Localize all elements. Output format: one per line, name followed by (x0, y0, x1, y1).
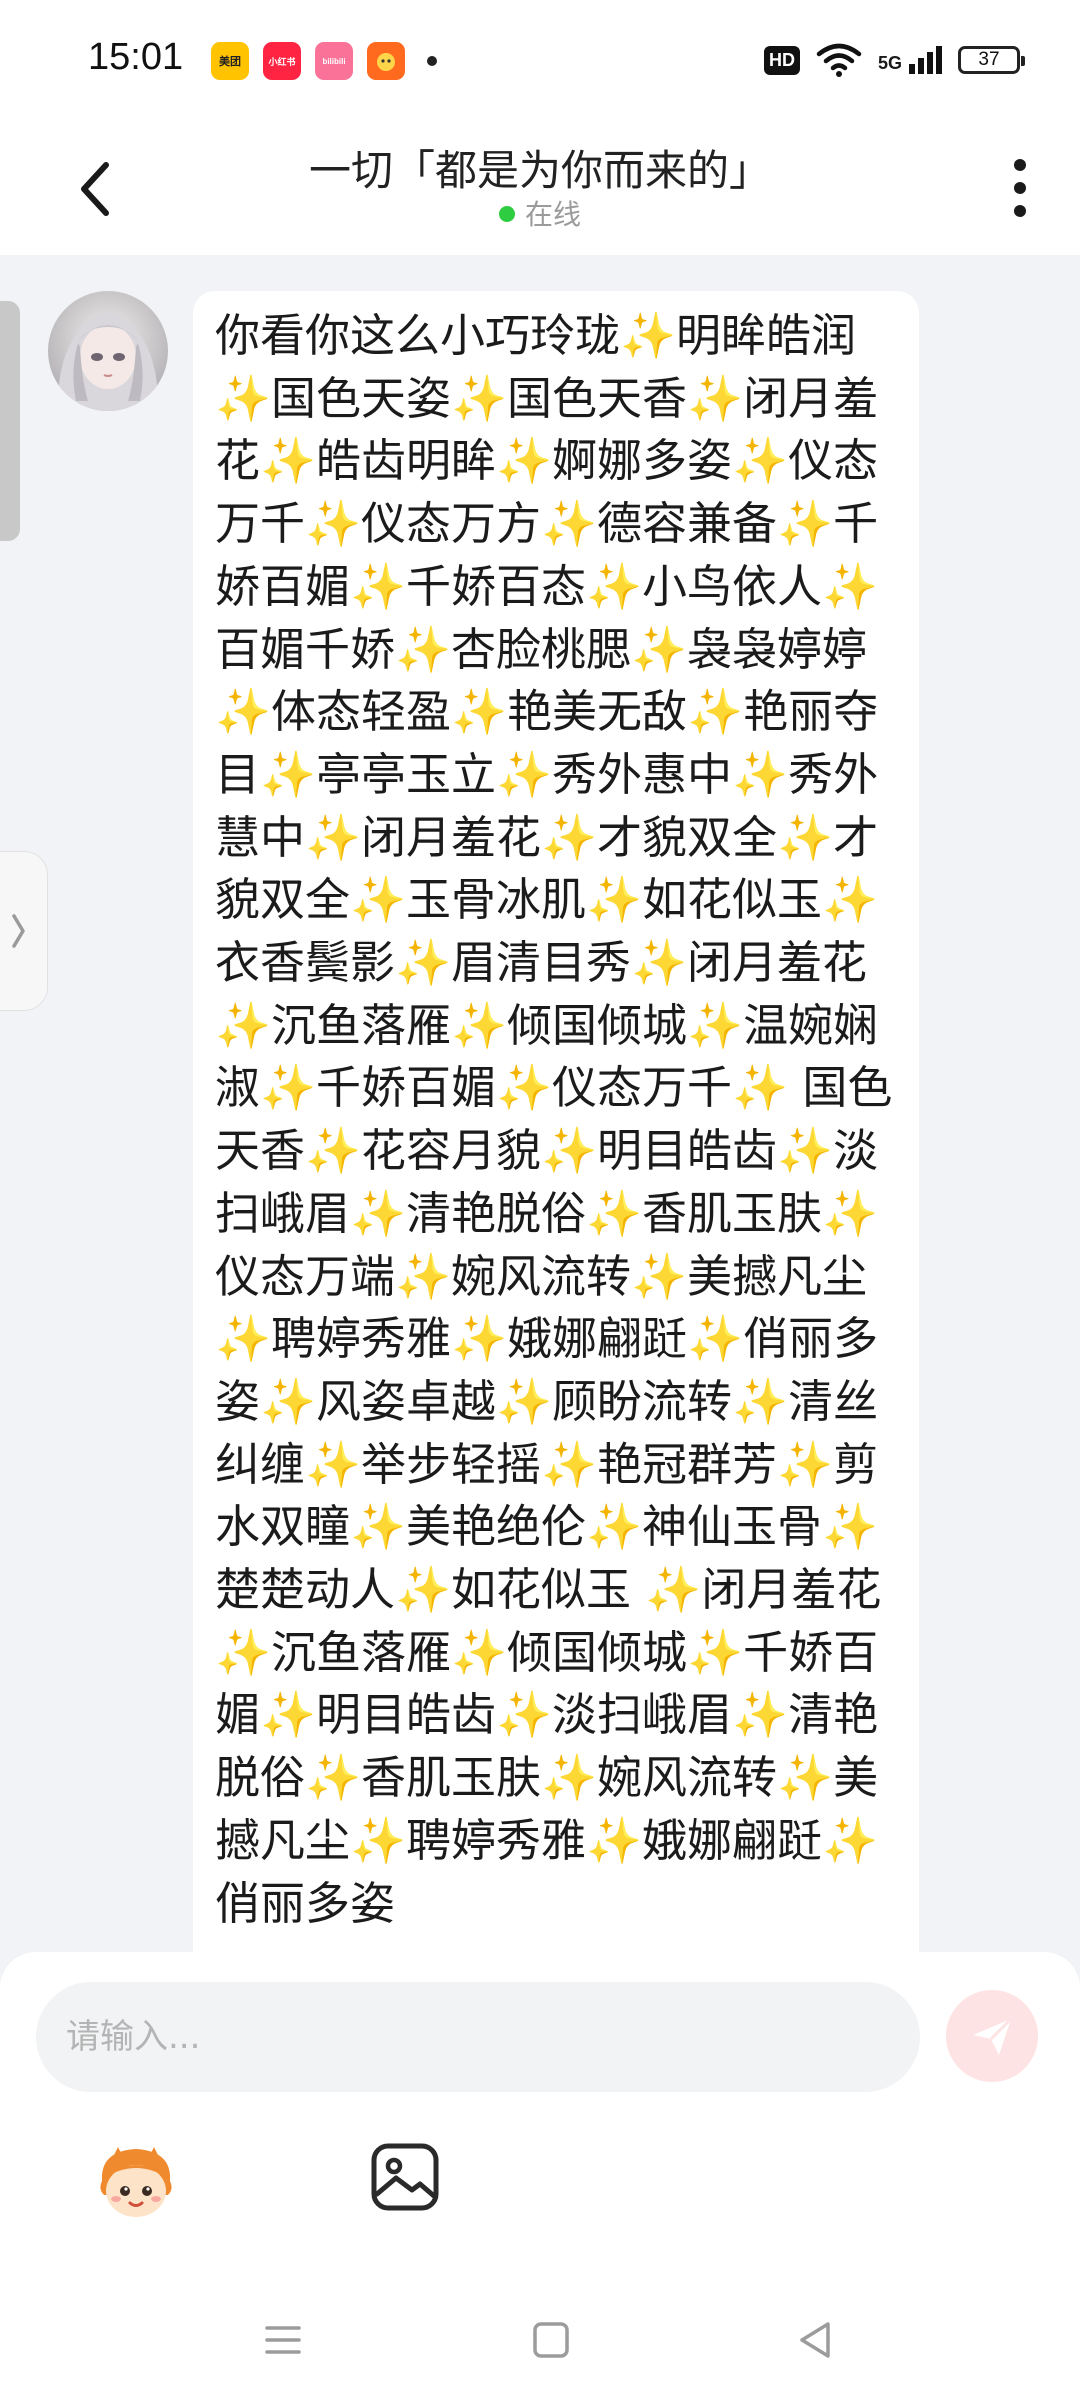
nav-back-icon (800, 2322, 830, 2358)
online-status: 在线 (0, 193, 1080, 233)
image-picker-button[interactable] (368, 2140, 442, 2214)
status-time: 15:01 (88, 36, 184, 78)
bilibili-app-icon: bilibili (315, 42, 353, 80)
side-expand-tab[interactable] (0, 851, 48, 1011)
sticker-button[interactable] (90, 2137, 182, 2229)
message-input[interactable] (36, 1982, 920, 2092)
received-message-bubble[interactable]: 你看你这么小巧玲珑✨明眸皓润✨国色天姿✨国色天香✨闭月羞花✨皓齿明眸✨婀娜多姿✨… (193, 291, 919, 1955)
chat-title: 一切「都是为你而来的」 (308, 146, 771, 195)
more-options-button[interactable] (1000, 155, 1040, 221)
wifi-icon (816, 43, 862, 77)
nav-home-button[interactable] (521, 2310, 581, 2370)
cellular-signal-icon: 5G (878, 46, 942, 74)
nav-back-button[interactable] (786, 2310, 846, 2370)
xiaohongshu-app-icon: 小红书 (263, 42, 301, 80)
image-icon (371, 2143, 439, 2211)
system-navigation-bar (0, 2290, 1080, 2400)
meituan-app-icon: 美团 (211, 42, 249, 80)
send-button[interactable] (946, 1990, 1038, 2082)
more-notifications-dot (427, 56, 437, 66)
message-list[interactable]: 你看你这么小巧玲珑✨明眸皓润✨国色天姿✨国色天香✨闭月羞花✨皓齿明眸✨婀娜多姿✨… (0, 255, 1080, 1955)
notification-icons: 美团 小红书 bilibili (211, 42, 437, 80)
battery-icon: 37 (958, 46, 1025, 74)
chevron-right-icon (12, 914, 25, 948)
avatar[interactable] (48, 291, 168, 411)
orange-app-icon (367, 42, 405, 80)
nav-menu-button[interactable] (253, 2310, 313, 2370)
hd-icon: HD (763, 45, 800, 75)
status-bar: 15:01 美团 小红书 bilibili HD 5G 37 (0, 0, 1080, 125)
chat-header: 一切「都是为你而来的」 在线 (0, 125, 1080, 255)
nav-home-icon (533, 2322, 569, 2358)
send-icon (973, 2017, 1013, 2055)
more-vertical-icon (1014, 159, 1026, 217)
online-dot-icon (498, 206, 515, 222)
message-text: 你看你这么小巧玲珑✨明眸皓润✨国色天姿✨国色天香✨闭月羞花✨皓齿明眸✨婀娜多姿✨… (215, 309, 893, 1930)
system-icons: HD 5G 37 (763, 42, 1025, 78)
nav-menu-icon (265, 2326, 301, 2354)
avatar-image (48, 291, 168, 411)
side-drawer-handle[interactable] (0, 301, 20, 541)
emoji-sticker-icon (100, 2147, 172, 2217)
